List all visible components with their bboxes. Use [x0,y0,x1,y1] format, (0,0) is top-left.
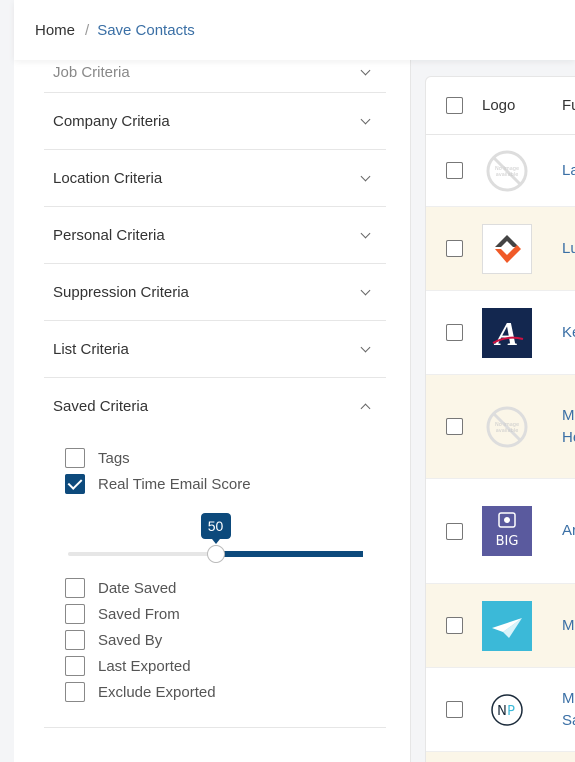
chevron-down-icon [360,171,371,181]
contact-name-link[interactable]: M Sa [562,688,575,732]
accordion-location-criteria[interactable]: Location Criteria [44,150,386,207]
row-checkbox[interactable] [445,418,463,435]
option-label: Exclude Exported [98,683,216,701]
table-row[interactable]: BIG Ar [426,479,575,584]
filter-sidebar: Job Criteria Company Criteria Location C… [14,60,411,762]
svg-text:N: N [497,704,507,719]
option-saved-from[interactable]: Saved From [65,601,386,627]
option-label: Date Saved [98,579,177,597]
table-row[interactable]: NP M Sa [426,668,575,752]
contact-name-link[interactable]: Lu [562,238,575,260]
svg-text:BIG: BIG [496,534,519,549]
table-row[interactable]: Lu [426,207,575,291]
accordion-suppression-criteria[interactable]: Suppression Criteria [44,264,386,321]
breadcrumb-home-link[interactable]: Home [35,22,75,39]
breadcrumb: Home / Save Contacts [14,0,575,60]
chevron-down-icon [360,228,371,238]
contact-name-link[interactable]: Ar [562,520,575,542]
table-row[interactable]: No Imageavailable La [426,135,575,207]
accordion-list-criteria[interactable]: List Criteria [44,321,386,378]
contacts-table: Logo Fu No Imageavailable La Lu A Ke [425,76,575,762]
accordion-label: Location Criteria [53,169,163,187]
chevron-up-icon [360,403,371,414]
accordion-personal-criteria[interactable]: Personal Criteria [44,207,386,264]
saved-by-checkbox[interactable] [65,630,85,650]
no-image-icon: No Image available [482,146,532,196]
chevron-down-icon [360,342,371,352]
svg-text:available: available [496,172,519,178]
accordion-label: Company Criteria [53,112,170,130]
option-date-saved[interactable]: Date Saved [65,575,386,601]
table-header: Logo Fu [426,77,575,135]
option-real-time-email-score[interactable]: Real Time Email Score [65,471,386,497]
option-label: Real Time Email Score [98,475,251,493]
row-checkbox[interactable] [445,324,463,341]
svg-text:P: P [507,704,515,719]
braves-a-logo: A [482,307,532,358]
contact-name-link[interactable]: La [562,160,575,182]
np-logo: NP [482,685,532,735]
saved-from-checkbox[interactable] [65,604,85,624]
chevron-down-icon [360,65,371,76]
no-image-icon: No Image available [482,402,532,452]
svg-text:A: A [494,316,519,353]
tags-checkbox[interactable] [65,448,85,468]
option-saved-by[interactable]: Saved By [65,627,386,653]
option-tags[interactable]: Tags [65,445,386,471]
row-checkbox[interactable] [445,522,463,540]
slider-value-bubble: 50 [200,513,231,544]
column-header-logo[interactable]: Logo [482,97,562,114]
option-label: Saved By [98,631,163,649]
breadcrumb-current[interactable]: Save Contacts [97,22,195,39]
accordion-company-criteria[interactable]: Company Criteria [44,93,386,150]
criteria-accordion: Job Criteria Company Criteria Location C… [44,60,386,728]
real-time-email-score-checkbox[interactable] [65,474,85,494]
accordion-label: Personal Criteria [53,226,165,244]
orange-diamond-logo [482,223,532,274]
contact-name-link[interactable]: M [562,615,575,637]
chevron-down-icon [360,285,371,295]
svg-text:available: available [496,428,519,434]
slider-fill [215,551,363,557]
paper-plane-logo [482,600,532,651]
breadcrumb-separator: / [85,21,90,39]
saved-criteria-panel: Tags Real Time Email Score 50 Date Saved… [44,435,386,728]
row-checkbox[interactable] [445,617,463,634]
accordion-job-criteria[interactable]: Job Criteria [44,60,386,93]
option-label: Tags [98,449,130,467]
slider-track[interactable]: 50 [68,513,363,563]
contact-name-link[interactable]: Ke [562,322,575,344]
row-checkbox[interactable] [445,240,463,257]
row-checkbox[interactable] [445,701,463,718]
table-row[interactable]: A Ke [426,291,575,375]
table-row[interactable]: No Imageavailable M He [426,375,575,479]
option-label: Saved From [98,605,180,623]
date-saved-checkbox[interactable] [65,578,85,598]
accordion-label: Job Criteria [53,64,130,81]
last-exported-checkbox[interactable] [65,656,85,676]
accordion-label: List Criteria [53,340,129,358]
option-label: Last Exported [98,657,191,675]
contact-name-link[interactable]: M He [562,405,575,449]
exclude-exported-checkbox[interactable] [65,682,85,702]
slider-handle[interactable] [206,545,225,563]
option-last-exported[interactable]: Last Exported [65,653,386,679]
accordion-label: Suppression Criteria [53,283,189,301]
table-row[interactable]: M [426,584,575,668]
table-row[interactable] [426,752,575,762]
row-checkbox[interactable] [445,162,463,179]
big-logo: BIG [482,506,532,556]
accordion-label: Saved Criteria [53,398,149,415]
email-score-slider[interactable]: 50 [65,497,386,575]
option-exclude-exported[interactable]: Exclude Exported [65,679,386,705]
column-header-full-name[interactable]: Fu [562,97,575,114]
select-all-checkbox[interactable] [445,97,463,114]
accordion-saved-criteria[interactable]: Saved Criteria [44,378,386,435]
chevron-down-icon [360,114,371,124]
